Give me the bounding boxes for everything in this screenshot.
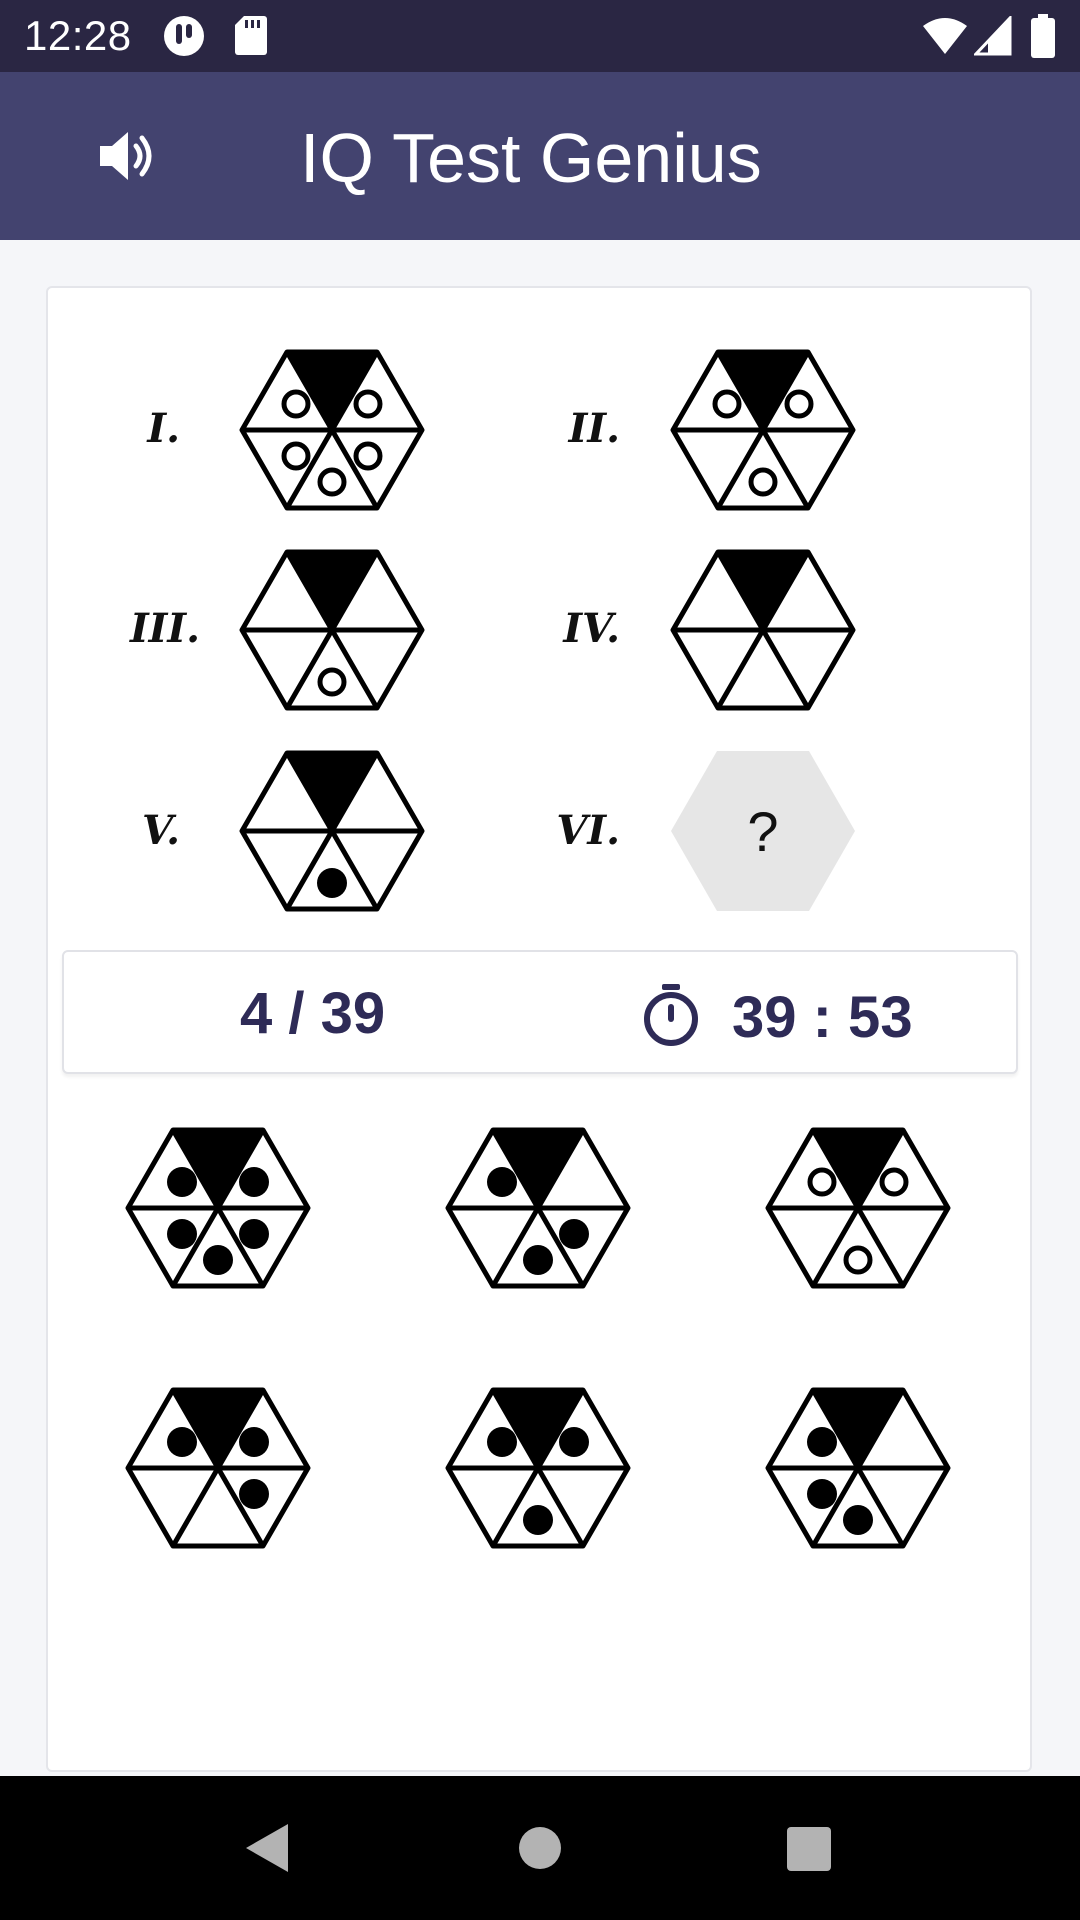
status-time: 12:28 bbox=[24, 12, 132, 59]
outline-dot bbox=[281, 389, 311, 419]
filled-dot bbox=[239, 1219, 269, 1249]
filled-dot bbox=[239, 1167, 269, 1197]
info-bar: 4 / 39 39 : 53 bbox=[62, 950, 1018, 1074]
filled-dot bbox=[807, 1427, 837, 1457]
outline-dot bbox=[879, 1167, 909, 1197]
unknown-placeholder: ? bbox=[747, 800, 778, 863]
timer-value: 39 : 53 bbox=[732, 985, 913, 1050]
signal-icon bbox=[974, 16, 1012, 56]
puzzle-label-2: II. bbox=[568, 405, 620, 452]
filled-dot bbox=[559, 1427, 589, 1457]
notification-app-icon bbox=[164, 16, 204, 56]
outline-dot bbox=[353, 389, 383, 419]
filled-dot bbox=[239, 1427, 269, 1457]
filled-dot bbox=[487, 1427, 517, 1457]
filled-dot bbox=[523, 1245, 553, 1275]
puzzle-label-1: I. bbox=[147, 405, 180, 452]
unknown-figure: ? bbox=[671, 751, 855, 911]
outline-dot bbox=[712, 389, 742, 419]
filled-dot bbox=[559, 1219, 589, 1249]
outline-dot bbox=[281, 441, 311, 471]
outline-dot bbox=[353, 441, 383, 471]
outline-dot bbox=[748, 467, 778, 497]
answer-option-6[interactable] bbox=[758, 1378, 958, 1558]
battery-icon bbox=[1031, 14, 1055, 58]
back-icon[interactable] bbox=[244, 1822, 290, 1874]
puzzle-figure-1 bbox=[239, 349, 425, 511]
puzzle-figure-4 bbox=[670, 549, 856, 711]
wifi-icon bbox=[923, 18, 967, 54]
outline-dot bbox=[784, 389, 814, 419]
recents-icon[interactable] bbox=[786, 1826, 832, 1872]
filled-dot bbox=[167, 1219, 197, 1249]
puzzle-label-4: IV. bbox=[563, 605, 620, 652]
system-nav-bar bbox=[0, 1776, 1080, 1920]
app-bar: IQ Test Genius bbox=[0, 72, 1080, 240]
stopwatch-icon bbox=[644, 984, 698, 1046]
home-icon[interactable] bbox=[518, 1826, 562, 1870]
speaker-volume-icon[interactable] bbox=[96, 124, 160, 188]
outline-dot bbox=[807, 1167, 837, 1197]
filled-dot bbox=[487, 1167, 517, 1197]
answer-option-2[interactable] bbox=[438, 1118, 638, 1298]
sd-card-icon bbox=[235, 16, 267, 55]
filled-dot bbox=[203, 1245, 233, 1275]
puzzle-figure-2 bbox=[670, 349, 856, 511]
puzzle-label-6: VI. bbox=[556, 807, 620, 854]
outline-dot bbox=[317, 467, 347, 497]
filled-dot bbox=[167, 1167, 197, 1197]
answer-option-5[interactable] bbox=[438, 1378, 638, 1558]
answer-option-4[interactable] bbox=[118, 1378, 318, 1558]
filled-dot bbox=[317, 868, 347, 898]
question-progress: 4 / 39 bbox=[240, 981, 386, 1046]
puzzle-figure-3 bbox=[239, 549, 425, 711]
outline-dot bbox=[843, 1245, 873, 1275]
filled-dot bbox=[239, 1479, 269, 1509]
filled-dot bbox=[843, 1505, 873, 1535]
outline-dot bbox=[317, 667, 347, 697]
app-title: IQ Test Genius bbox=[300, 119, 762, 197]
puzzle-label-3: III. bbox=[129, 605, 200, 652]
status-bar: 12:28 bbox=[0, 0, 1080, 72]
puzzle-figure-5 bbox=[239, 750, 425, 912]
puzzle-label-5: V. bbox=[142, 807, 180, 854]
filled-dot bbox=[523, 1505, 553, 1535]
answer-option-3[interactable] bbox=[758, 1118, 958, 1298]
filled-dot bbox=[167, 1427, 197, 1457]
answer-option-1[interactable] bbox=[118, 1118, 318, 1298]
filled-dot bbox=[807, 1479, 837, 1509]
